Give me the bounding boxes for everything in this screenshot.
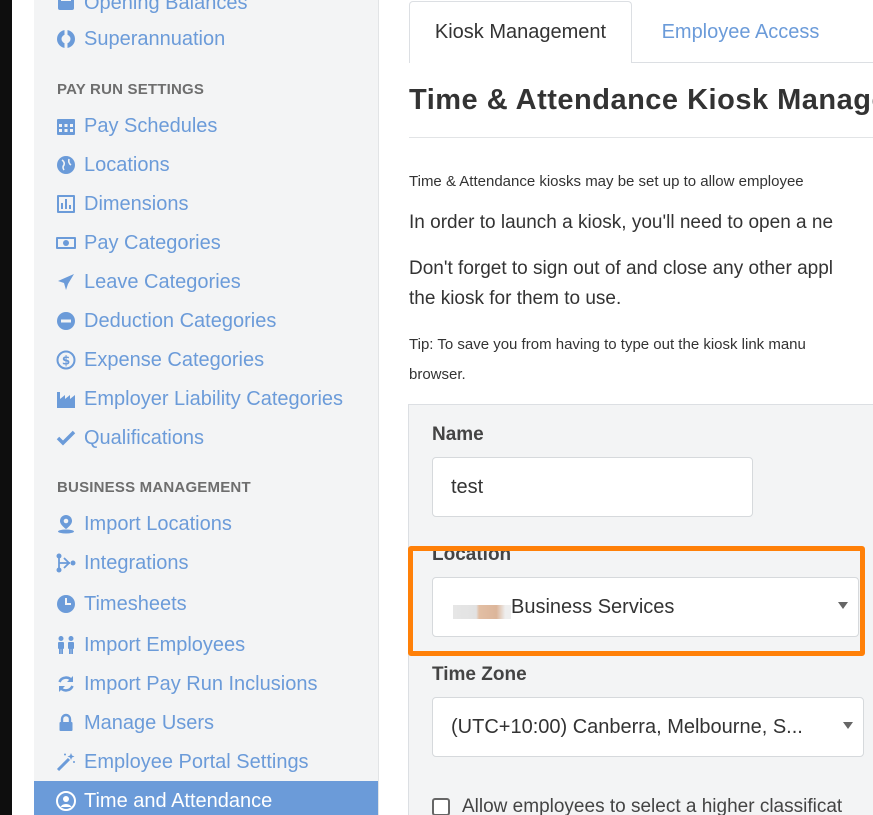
window-edge: [0, 0, 12, 815]
sidebar-item-label: Leave Categories: [84, 270, 241, 293]
sidebar-item-leave-categories[interactable]: Leave Categories: [34, 264, 378, 300]
globe-icon: [56, 155, 76, 175]
name-label: Name: [432, 424, 484, 445]
tab-kiosk-management[interactable]: Kiosk Management: [409, 1, 632, 63]
sidebar-item-label: Integrations: [84, 551, 189, 574]
allow-higher-classification-label: Allow employees to select a higher class…: [462, 796, 843, 815]
sidebar-item-label: Timesheets: [84, 592, 187, 615]
tab-employee-access[interactable]: Employee Access: [638, 1, 843, 63]
name-input-value: test: [451, 475, 484, 498]
integrations-icon: [56, 553, 76, 573]
title-divider: [409, 137, 873, 138]
sidebar-item-label: Deduction Categories: [84, 309, 277, 332]
sidebar-item-label: Qualifications: [84, 426, 205, 449]
sidebar-item-timesheets[interactable]: Timesheets: [34, 586, 378, 622]
signout-text-line-2: the kiosk for them to use.: [409, 288, 622, 309]
lock-icon: [56, 713, 76, 733]
timezone-select-value: (UTC+10:00) Canberra, Melbourne, S...: [451, 715, 803, 738]
sidebar-item-label: Pay Categories: [84, 231, 221, 254]
sidebar-item-superannuation[interactable]: Superannuation: [34, 21, 378, 57]
page-title: Time & Attendance Kiosk Manage: [409, 84, 873, 116]
section-heading-business-management: BUSINESS MANAGEMENT: [57, 479, 251, 496]
sidebar-item-pay-schedules[interactable]: Pay Schedules: [34, 108, 378, 144]
sidebar-item-label: Import Pay Run Inclusions: [84, 672, 318, 695]
sidebar-item-employer-liability-categories[interactable]: Employer Liability Categories: [34, 381, 378, 417]
map-pin-icon: [56, 514, 76, 534]
sidebar-item-label: Expense Categories: [84, 348, 265, 371]
sidebar-item-import-pay-run-inclusions[interactable]: Import Pay Run Inclusions: [34, 666, 378, 702]
tip-text-line-1: Tip: To save you from having to type out…: [409, 336, 806, 353]
sidebar-item-label: Employee Portal Settings: [84, 750, 309, 773]
sidebar-item-label: Employer Liability Categories: [84, 387, 344, 410]
launch-instructions: In order to launch a kiosk, you'll need …: [409, 212, 834, 233]
sidebar-item-manage-users[interactable]: Manage Users: [34, 705, 378, 741]
intro-text: Time & Attendance kiosks may be set up t…: [409, 173, 804, 190]
sidebar-item-time-and-attendance[interactable]: Time and Attendance: [34, 781, 378, 815]
chevron-down-icon: [843, 722, 853, 729]
industry-icon: [56, 389, 76, 409]
sidebar-item-employee-portal-settings[interactable]: Employee Portal Settings: [34, 744, 378, 780]
users-icon: [56, 635, 76, 655]
sidebar-item-pay-categories[interactable]: Pay Categories: [34, 225, 378, 261]
timezone-select[interactable]: (UTC+10:00) Canberra, Melbourne, S...: [432, 697, 864, 757]
sidebar-item-label: Locations: [84, 153, 170, 176]
user-circle-icon: [56, 791, 76, 811]
clock-icon: [56, 594, 76, 614]
bar-chart-icon: [56, 194, 76, 214]
sidebar-item-label: Time and Attendance: [84, 789, 273, 812]
calendar-icon: [56, 116, 76, 136]
refresh-icon: [56, 674, 76, 694]
allow-higher-classification-checkbox[interactable]: [432, 798, 450, 815]
sidebar-item-label: Dimensions: [84, 192, 189, 215]
sidebar-item-label: Import Locations: [84, 512, 232, 535]
sidebar-item-label: Import Employees: [84, 633, 246, 656]
plane-icon: [56, 272, 76, 292]
annotation-highlight-box: [408, 546, 865, 656]
main-content: Kiosk Management Employee Access Time & …: [379, 0, 873, 815]
sidebar-item-label: Manage Users: [84, 711, 215, 734]
signout-text-line-1: Don't forget to sign out of and close an…: [409, 258, 834, 279]
dollar-refresh-icon: $: [56, 350, 76, 370]
allow-higher-classification-row[interactable]: Allow employees to select a higher class…: [432, 796, 842, 815]
check-icon: [56, 428, 76, 448]
svg-text:$: $: [62, 354, 70, 368]
section-heading-pay-run-settings: PAY RUN SETTINGS: [57, 81, 205, 98]
sidebar-item-label: Pay Schedules: [84, 114, 218, 137]
timezone-label: Time Zone: [432, 664, 527, 685]
tip-text-line-2: browser.: [409, 366, 466, 383]
lifebuoy-icon: [56, 29, 76, 49]
sidebar-item-expense-categories[interactable]: $ Expense Categories: [34, 342, 378, 378]
sidebar-item-deduction-categories[interactable]: Deduction Categories: [34, 303, 378, 339]
opening-balances-icon: [56, 0, 76, 13]
sidebar-item-import-employees[interactable]: Import Employees: [34, 627, 378, 663]
sidebar-item-integrations[interactable]: Integrations: [34, 545, 378, 581]
money-icon: [56, 233, 76, 253]
sidebar-item-label: Superannuation: [84, 27, 226, 50]
sidebar-item-locations[interactable]: Locations: [34, 147, 378, 183]
sidebar-item-qualifications[interactable]: Qualifications: [34, 420, 378, 456]
minus-circle-icon: [56, 311, 76, 331]
window-gap: [12, 0, 34, 815]
sidebar-item-label: Opening Balances: [84, 0, 248, 14]
sidebar-item-opening-balances[interactable]: Opening Balances: [34, 0, 378, 21]
sidebar: Opening Balances Superannuation PAY RUN …: [34, 0, 379, 815]
name-input[interactable]: test: [432, 457, 753, 517]
magic-wand-icon: [56, 752, 76, 772]
sidebar-item-import-locations[interactable]: Import Locations: [34, 506, 378, 542]
sidebar-item-dimensions[interactable]: Dimensions: [34, 186, 378, 222]
